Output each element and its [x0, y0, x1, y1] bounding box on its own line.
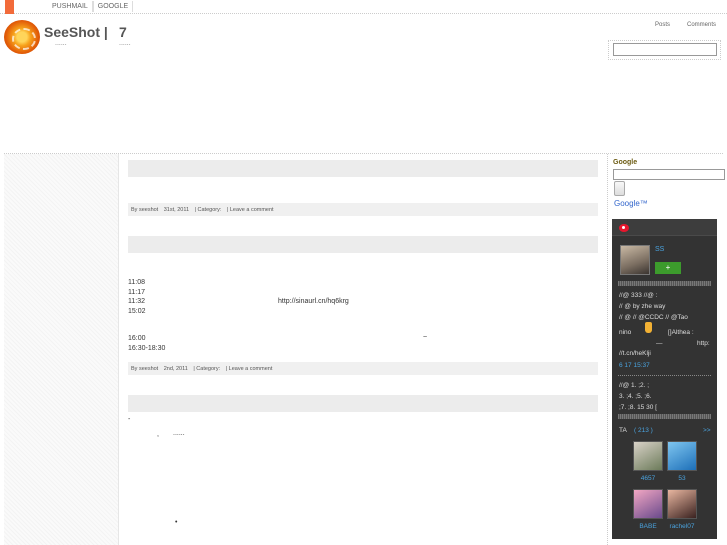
search-box [608, 40, 721, 60]
weibo-text: ;7. ;8. 15 30 [ [619, 404, 657, 411]
post-category: | Category: [193, 366, 221, 372]
widget-header [612, 219, 717, 236]
post-line: - [128, 416, 131, 423]
google-logo-text: Google™ [614, 199, 648, 208]
followers-more-link[interactable]: >> [703, 427, 711, 434]
posts-feed-link[interactable]: Posts [655, 22, 670, 28]
site-count: 7 [119, 24, 127, 40]
weibo-text: []Althea : [668, 329, 694, 336]
avatar[interactable] [620, 245, 650, 275]
weibo-timestamp[interactable]: 6 17 15:37 [619, 362, 650, 369]
weibo-text: nino [619, 329, 632, 336]
leave-comment-link[interactable]: | Leave a comment [226, 366, 273, 372]
comments-feed-link[interactable]: Comments [687, 22, 716, 28]
site-logo[interactable] [4, 20, 40, 54]
weibo-divider [618, 375, 711, 376]
weibo-text: // @ by zhe way [619, 303, 666, 310]
post-line: 16:00 [128, 335, 146, 342]
site-title[interactable]: SeeShot | [44, 24, 108, 40]
post-title-bar[interactable] [128, 160, 598, 177]
top-nav: PUSHMAIL GOOGLE [48, 1, 134, 12]
leave-comment-link[interactable]: | Leave a comment [227, 207, 274, 213]
post-line: 11:17 [128, 289, 145, 296]
post-title-bar[interactable] [128, 236, 598, 253]
followers-count[interactable]: ( 213 ) [634, 427, 653, 434]
nav-link-google[interactable]: GOOGLE [92, 1, 134, 12]
weibo-text: 3. ;4. ;5. ;6. [619, 393, 652, 400]
post-date: 31st, 2011 [163, 207, 190, 213]
follower-avatar[interactable] [633, 441, 663, 471]
weibo-widget: SS + //@ 333 //@ : // @ by zhe way // @ … [612, 219, 717, 539]
top-nav-bar: PUSHMAIL GOOGLE [0, 0, 727, 14]
post-line: 15:02 [128, 308, 146, 315]
post-category: | Category: [194, 207, 222, 213]
weibo-icon[interactable] [619, 224, 629, 232]
followers-label: TA [619, 427, 627, 434]
sidebar-divider [607, 154, 608, 545]
post-line: ...... [173, 430, 185, 437]
post-title-bar[interactable] [128, 395, 598, 412]
post-line: • [175, 519, 178, 526]
thumbs-up-icon [645, 322, 652, 333]
weibo-text: //@ 1. ;2. ; [619, 382, 650, 389]
post-meta: By seeshot 2nd, 2011 | Category: | Leave… [128, 362, 598, 375]
left-column [4, 154, 119, 545]
weibo-text: // @ // @CCDC // @Tao [619, 314, 688, 321]
weibo-username[interactable]: SS [655, 246, 664, 253]
weibo-text: //@ 333 //@ : [619, 292, 658, 299]
weibo-text: — [656, 340, 663, 347]
post-link[interactable]: http://sinaurl.cn/hq6krg [278, 298, 349, 305]
weibo-divider-bar [618, 414, 711, 419]
post-date: 2nd, 2011 [163, 366, 188, 372]
post-line: 16:30-18:30 [128, 345, 166, 352]
follower-name[interactable]: rachel07 [662, 523, 702, 530]
site-subtitle-left: ...... [55, 40, 67, 47]
post-line: 11:32 [128, 298, 145, 305]
google-search-heading: Google [613, 159, 638, 166]
nav-link-pushmail[interactable]: PUSHMAIL [48, 1, 93, 12]
post-author[interactable]: By seeshot [131, 366, 158, 372]
weibo-divider-bar [618, 281, 711, 286]
google-search-input[interactable] [613, 169, 725, 180]
post-meta: By seeshot 31st, 2011 | Category: | Leav… [128, 203, 598, 216]
post-line: ~ [423, 334, 428, 341]
search-input[interactable] [613, 43, 717, 56]
google-logo: Google™ [614, 199, 648, 208]
site-subtitle-right: ...... [119, 40, 131, 47]
weibo-link[interactable]: //t.cn/heKlji [619, 350, 651, 357]
follower-avatar[interactable] [667, 489, 697, 519]
follower-avatar[interactable] [633, 489, 663, 519]
follower-name[interactable]: 53 [662, 475, 702, 482]
follow-button[interactable]: + [655, 262, 681, 274]
feed-links: Posts Comments [655, 22, 716, 28]
follower-avatar[interactable] [667, 441, 697, 471]
post-author[interactable]: By seeshot [131, 207, 158, 213]
home-tab-marker[interactable] [5, 0, 14, 14]
weibo-link[interactable]: http: [697, 340, 710, 347]
post-line: 11:08 [128, 279, 145, 286]
google-search-button[interactable] [614, 181, 625, 196]
post-line: , [157, 431, 159, 438]
